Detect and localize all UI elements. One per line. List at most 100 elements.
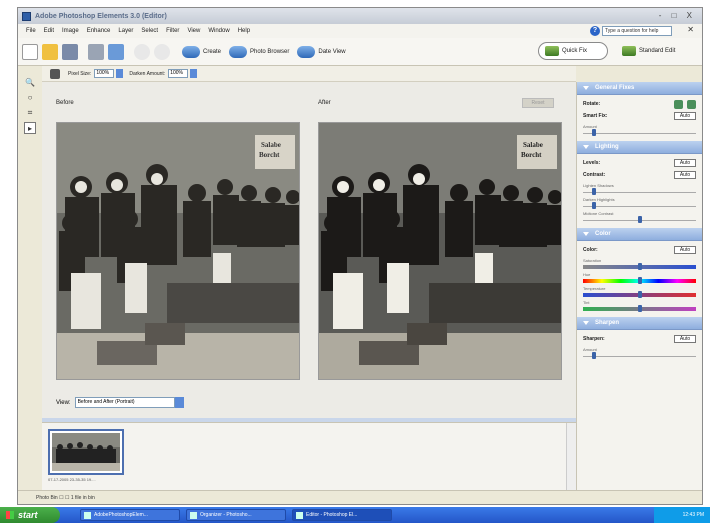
smart-fix-amount-slider[interactable] bbox=[583, 129, 696, 136]
slider-knob[interactable] bbox=[592, 188, 597, 195]
sharpen-auto-button[interactable]: Auto bbox=[674, 335, 696, 343]
app-icon bbox=[296, 511, 303, 519]
menu-image[interactable]: Image bbox=[58, 28, 83, 34]
pixel-size-dropdown-icon[interactable] bbox=[116, 69, 124, 78]
saturation-slider[interactable] bbox=[583, 263, 696, 270]
general-fixes-header[interactable]: General Fixes bbox=[577, 82, 702, 95]
color-header[interactable]: Color bbox=[577, 228, 702, 241]
darken-amount-dropdown-icon[interactable] bbox=[190, 69, 198, 78]
create-label: Create bbox=[203, 48, 222, 55]
rotate-label: Rotate: bbox=[583, 101, 601, 107]
email-icon[interactable] bbox=[108, 43, 124, 60]
after-label: After bbox=[318, 100, 331, 106]
taskbar-item-installer[interactable]: AdobePhotoshopElem... bbox=[80, 509, 180, 521]
quick-fix-label: Quick Fix bbox=[562, 48, 588, 54]
window-controls[interactable]: - □ X bbox=[659, 11, 696, 20]
create-icon bbox=[182, 45, 200, 58]
temperature-slider[interactable] bbox=[583, 291, 696, 298]
menu-layer[interactable]: Layer bbox=[114, 28, 137, 34]
redo-icon[interactable] bbox=[154, 43, 170, 60]
lighting-header[interactable]: Lighting bbox=[577, 141, 702, 154]
menu-help[interactable]: Help bbox=[234, 28, 254, 34]
slider-knob[interactable] bbox=[637, 216, 642, 223]
hue-slider[interactable] bbox=[583, 277, 696, 284]
quick-fix-palette: General Fixes Rotate: Smart Fix: Auto Amo… bbox=[576, 82, 702, 490]
slider-knob[interactable] bbox=[637, 305, 642, 312]
new-file-icon[interactable] bbox=[22, 43, 38, 60]
menu-edit[interactable]: Edit bbox=[40, 28, 58, 34]
crop-tool-icon[interactable]: ⌗ bbox=[24, 107, 36, 119]
color-auto-button[interactable]: Auto bbox=[674, 246, 696, 254]
menu-view[interactable]: View bbox=[183, 28, 204, 34]
color-label: Color: bbox=[583, 247, 598, 253]
darken-highlights-slider[interactable] bbox=[583, 202, 696, 209]
editor-window: Adobe Photoshop Elements 3.0 (Editor) - … bbox=[17, 7, 703, 505]
photo-bin-scrollbar[interactable] bbox=[566, 423, 576, 491]
thumbnail-image bbox=[52, 433, 120, 471]
sharpen-header[interactable]: Sharpen bbox=[577, 317, 702, 330]
view-dropdown[interactable]: Before and After (Portrait) bbox=[74, 397, 175, 408]
before-label: Before bbox=[56, 100, 74, 106]
shortcuts-toolbar: Create Photo Browser Date View Quick Fix… bbox=[18, 38, 702, 66]
create-button[interactable]: Create bbox=[182, 45, 222, 58]
reset-button[interactable]: Reset bbox=[522, 98, 554, 108]
start-button[interactable]: start bbox=[0, 507, 60, 523]
menu-window[interactable]: Window bbox=[204, 28, 233, 34]
photo-bin: 07-17-2005 23-35-35 19.... bbox=[42, 422, 576, 491]
sharpen-body: Sharpen: Auto Amount bbox=[577, 330, 702, 364]
help-question-icon: ? bbox=[590, 26, 600, 36]
app-icon bbox=[190, 511, 197, 519]
view-dropdown-arrow-icon[interactable] bbox=[174, 397, 184, 408]
photo-thumbnail[interactable] bbox=[48, 429, 124, 475]
collapse-triangle-icon bbox=[583, 145, 589, 149]
menu-enhance[interactable]: Enhance bbox=[83, 28, 115, 34]
menu-select[interactable]: Select bbox=[137, 28, 162, 34]
slider-knob[interactable] bbox=[637, 263, 642, 270]
after-photo[interactable]: Salabe Borcht bbox=[318, 122, 562, 380]
midtone-contrast-slider[interactable] bbox=[583, 216, 696, 223]
slider-knob[interactable] bbox=[592, 202, 597, 209]
pixel-size-field[interactable]: 100% bbox=[94, 69, 115, 78]
help-search-input[interactable]: Type a question for help bbox=[602, 26, 672, 36]
hand-tool-icon[interactable]: ○ bbox=[24, 92, 36, 104]
menu-filter[interactable]: Filter bbox=[162, 28, 183, 34]
window-title: Adobe Photoshop Elements 3.0 (Editor) bbox=[35, 12, 167, 20]
before-photo[interactable]: Salabe Borcht bbox=[56, 122, 300, 380]
contrast-auto-button[interactable]: Auto bbox=[674, 171, 696, 179]
group-photo-before: Salabe Borcht bbox=[57, 123, 299, 379]
menu-bar: File Edit Image Enhance Layer Select Fil… bbox=[18, 24, 702, 38]
zoom-tool-icon[interactable]: 🔍 bbox=[24, 77, 36, 89]
open-folder-icon[interactable] bbox=[42, 43, 58, 60]
menu-file[interactable]: File bbox=[22, 28, 40, 34]
standard-edit-icon bbox=[622, 46, 636, 56]
quick-fix-button[interactable]: Quick Fix bbox=[538, 42, 608, 60]
windows-taskbar: start AdobePhotoshopElem... Organizer - … bbox=[0, 507, 710, 523]
sharpen-amount-slider[interactable] bbox=[583, 352, 696, 359]
close-document-icon[interactable]: ✕ bbox=[687, 25, 694, 34]
rotate-left-icon[interactable] bbox=[674, 99, 683, 109]
slider-knob[interactable] bbox=[637, 277, 642, 284]
undo-icon[interactable] bbox=[134, 43, 150, 60]
photo-browser-button[interactable]: Photo Browser bbox=[229, 45, 289, 58]
pixel-size-label: Pixel Size: bbox=[68, 70, 92, 77]
smart-fix-amount-label: Amount bbox=[583, 124, 597, 129]
smart-fix-auto-button[interactable]: Auto bbox=[674, 112, 696, 120]
levels-auto-button[interactable]: Auto bbox=[674, 159, 696, 167]
lighten-shadows-slider[interactable] bbox=[583, 188, 696, 195]
slider-knob[interactable] bbox=[592, 352, 597, 359]
date-view-button[interactable]: Date View bbox=[297, 45, 346, 58]
photoshop-elements-icon bbox=[22, 11, 31, 21]
save-icon[interactable] bbox=[62, 43, 78, 60]
title-bar: Adobe Photoshop Elements 3.0 (Editor) - … bbox=[18, 8, 702, 24]
taskbar-item-organizer[interactable]: Organizer - Photosho... bbox=[186, 509, 286, 521]
print-icon[interactable] bbox=[88, 43, 104, 60]
standard-edit-button[interactable]: Standard Edit bbox=[616, 42, 696, 60]
tint-slider[interactable] bbox=[583, 305, 696, 312]
rotate-right-icon[interactable] bbox=[687, 99, 696, 109]
taskbar-item-editor[interactable]: Editor - Photoshop El... bbox=[292, 509, 392, 521]
smart-fix-label: Smart Fix: bbox=[583, 113, 608, 119]
slider-knob[interactable] bbox=[592, 129, 597, 136]
darken-amount-field[interactable]: 100% bbox=[168, 69, 189, 78]
slider-knob[interactable] bbox=[637, 291, 642, 298]
red-eye-tool-icon[interactable]: ▸ bbox=[24, 122, 36, 134]
